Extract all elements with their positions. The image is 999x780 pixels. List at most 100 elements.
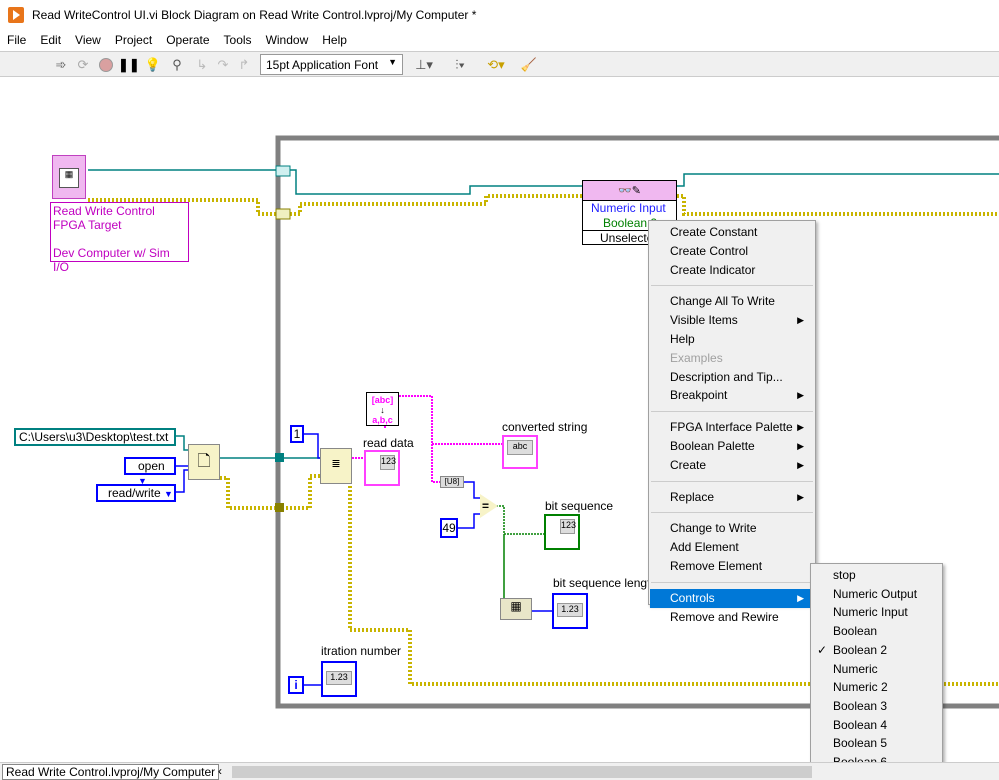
menu-item-create-constant[interactable]: Create Constant [650, 223, 814, 242]
submenu-item-label: Numeric Input [833, 605, 908, 620]
menu-bar: File Edit View Project Operate Tools Win… [0, 30, 999, 50]
submenu-item-boolean-2[interactable]: ✓ Boolean 2 [812, 641, 941, 660]
target-line: FPGA Target [53, 218, 122, 232]
submenu-item-numeric-output[interactable]: Numeric Output [812, 585, 941, 604]
menu-file[interactable]: File [0, 30, 33, 50]
submenu-item-label: Boolean 5 [833, 736, 888, 751]
submenu-item-boolean-5[interactable]: Boolean 5 [812, 734, 941, 753]
step-out-icon[interactable]: ↱ [235, 56, 253, 74]
menu-item-fpga-interface-palette[interactable]: FPGA Interface Palette ▶ [650, 418, 814, 437]
menu-item-label: Create Indicator [670, 262, 756, 277]
bit-sequence-label: bit sequence [545, 499, 614, 513]
read-write-enum-constant[interactable]: read/write ▼ [96, 484, 176, 502]
menu-item-examples[interactable]: Examples [650, 349, 814, 368]
menu-item-label: Create Control [670, 243, 749, 258]
submenu-item-numeric[interactable]: Numeric [812, 660, 941, 679]
submenu-item-label: Numeric 2 [833, 680, 888, 695]
cleanup-icon[interactable]: 🧹 [520, 56, 538, 74]
menu-item-label: Remove Element [670, 559, 763, 573]
menu-item-boolean-palette[interactable]: Boolean Palette ▶ [650, 437, 814, 456]
spreadsheet-string-to-array-node[interactable]: [abc] ↓ a,b,c [366, 392, 399, 426]
menu-item-label: Breakpoint [670, 388, 728, 403]
menu-item-controls[interactable]: Controls ▶ [650, 588, 814, 608]
bit-sequence-indicator[interactable]: 123 [544, 514, 580, 550]
type-cast-u8-node[interactable]: [U8] [440, 476, 464, 488]
menu-item-replace[interactable]: Replace ▶ [650, 488, 814, 507]
node-item-numeric-input[interactable]: Numeric Input [583, 201, 676, 216]
menu-item-label: Remove and Rewire [670, 609, 779, 624]
target-line: Read Write Control [53, 204, 155, 218]
distribute-icon[interactable]: ⫶▾ [447, 56, 473, 74]
toolbar: ➾ ⟳ ❚❚ 💡 ⚲ ↳ ↷ ↱ 15pt Application Font ▼ … [0, 51, 999, 77]
horizontal-scrollbar[interactable] [232, 766, 812, 778]
menu-separator [651, 581, 813, 583]
menu-edit[interactable]: Edit [33, 30, 68, 50]
align-icon[interactable]: ⊥▾ [412, 56, 436, 74]
menu-item-remove-and-rewire[interactable]: Remove and Rewire [650, 608, 814, 627]
menu-window[interactable]: Window [259, 30, 316, 50]
file-path-constant[interactable]: C:\Users\u3\Desktop\test.txt [14, 428, 176, 446]
iteration-number-label: itration number [321, 644, 402, 658]
submenu-arrow-icon: ▶ [797, 592, 804, 603]
bit-sequence-length-label: bit sequence lengt [553, 576, 651, 590]
menu-item-remove-element[interactable]: Remove Element [650, 557, 814, 576]
constant-49[interactable]: 49 [440, 518, 458, 538]
fpga-target-icon[interactable]: ▦ [52, 155, 86, 199]
menu-item-create-control[interactable]: Create Control [650, 242, 814, 261]
run-continuously-icon[interactable]: ⟳ [74, 56, 92, 74]
constant-1[interactable]: 1 [290, 425, 304, 443]
iteration-terminal[interactable]: i [288, 676, 304, 694]
retain-wire-values-icon[interactable]: ⚲ [168, 56, 186, 74]
submenu-arrow-icon: ▶ [797, 441, 804, 451]
menu-item-help[interactable]: Help [650, 330, 814, 349]
menu-item-label: Controls [670, 590, 715, 605]
submenu-item-stop[interactable]: stop [812, 566, 941, 585]
font-select[interactable]: 15pt Application Font ▼ [260, 54, 403, 75]
open-enum-constant[interactable]: open ▼ [124, 457, 176, 486]
abort-icon[interactable] [97, 56, 115, 74]
run-arrow-icon[interactable]: ➾ [52, 56, 70, 74]
reorder-icon[interactable]: ⟲▾ [484, 56, 508, 74]
menu-operate[interactable]: Operate [159, 30, 216, 50]
submenu-item-boolean-3[interactable]: Boolean 3 [812, 697, 941, 716]
menu-item-breakpoint[interactable]: Breakpoint ▶ [650, 386, 814, 405]
project-path: Read Write Control.lvproj/My Computer [2, 764, 220, 780]
menu-tools[interactable]: Tools [217, 30, 259, 50]
menu-item-label: Visible Items [670, 313, 738, 328]
menu-help[interactable]: Help [315, 30, 354, 50]
open-value: open [138, 459, 165, 473]
bit-sequence-length-indicator[interactable]: 1.23 [552, 593, 588, 629]
menu-item-create[interactable]: Create ▶ [650, 456, 814, 475]
converted-string-indicator[interactable]: abc [502, 435, 538, 469]
scroll-left-icon[interactable]: ‹ [218, 764, 222, 778]
menu-project[interactable]: Project [108, 30, 159, 50]
submenu-item-boolean[interactable]: Boolean [812, 622, 941, 641]
step-into-icon[interactable]: ↳ [193, 56, 211, 74]
menu-item-label: Add Element [670, 540, 739, 555]
target-line: Dev Computer w/ Sim I/O [53, 246, 170, 274]
menu-separator [651, 411, 813, 413]
equal-icon: = [482, 499, 490, 513]
menu-item-change-to-write[interactable]: Change to Write [650, 519, 814, 538]
read-data-indicator[interactable]: 123 [364, 450, 400, 486]
menu-view[interactable]: View [68, 30, 108, 50]
pause-icon[interactable]: ❚❚ [118, 56, 140, 74]
font-select-value: 15pt Application Font [266, 58, 379, 72]
menu-item-description-and-tip[interactable]: Description and Tip... [650, 368, 814, 387]
menu-item-create-indicator[interactable]: Create Indicator [650, 261, 814, 280]
submenu-item-boolean-4[interactable]: Boolean 4 [812, 716, 941, 735]
highlight-execution-icon[interactable]: 💡 [144, 56, 162, 74]
menu-item-visible-items[interactable]: Visible Items ▶ [650, 311, 814, 330]
menu-item-change-all-to-write[interactable]: Change All To Write [650, 292, 814, 311]
step-over-icon[interactable]: ↷ [214, 56, 232, 74]
iteration-number-indicator[interactable]: 1.23 [321, 661, 357, 697]
submenu-item-label: Boolean 4 [833, 717, 888, 732]
array-size-node[interactable]: ▦ [500, 598, 532, 620]
open-file-node[interactable]: 🗋 [188, 444, 220, 480]
read-text-file-node[interactable]: ≣ [320, 448, 352, 484]
submenu-item-numeric-input[interactable]: Numeric Input [812, 603, 941, 622]
submenu-item-numeric-2[interactable]: Numeric 2 [812, 678, 941, 697]
menu-separator [651, 512, 813, 514]
submenu-arrow-icon: ▶ [797, 459, 804, 470]
menu-item-add-element[interactable]: Add Element [650, 538, 814, 557]
